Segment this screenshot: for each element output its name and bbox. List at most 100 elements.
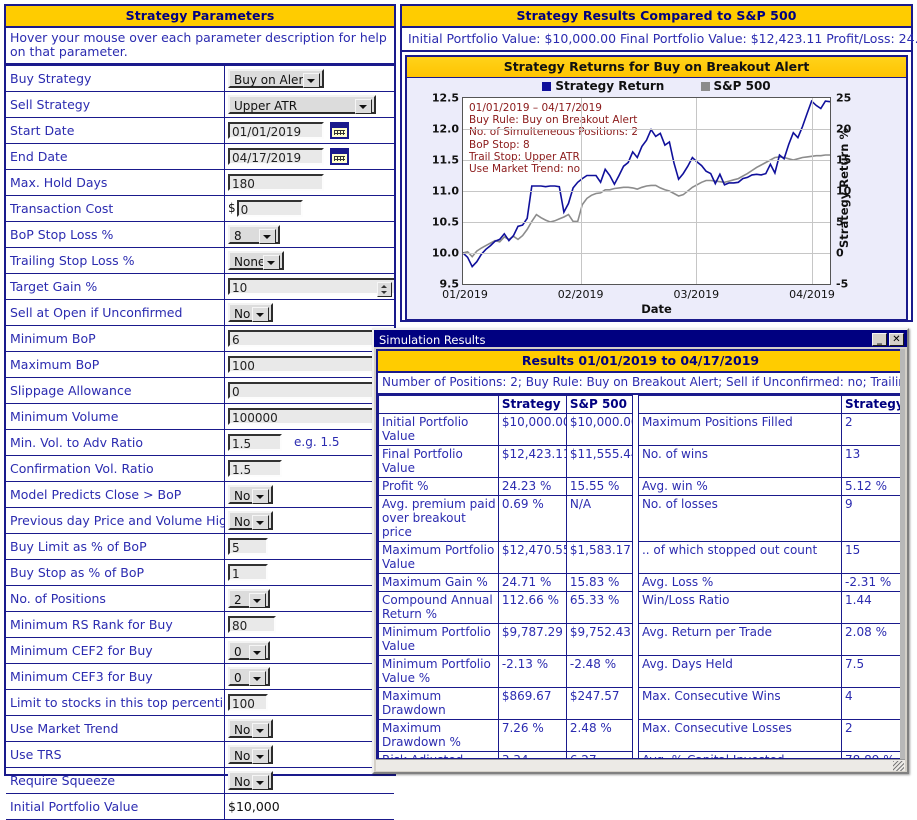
calendar-icon[interactable] xyxy=(330,148,349,165)
table-row: Maximum Portfolio Value $12,470.55 $1,583.… xyxy=(378,540,903,574)
resize-grip[interactable] xyxy=(893,761,904,771)
select-value: No xyxy=(234,775,251,789)
input-minimum-volume[interactable]: 100000 xyxy=(228,408,394,425)
legend-swatch-strategy-return xyxy=(542,82,552,91)
input-maximum-bop[interactable]: 100 xyxy=(228,356,394,373)
select-minimum-cef2-for-buy[interactable]: 0 xyxy=(228,641,270,660)
metric-label-right: No. of losses xyxy=(637,494,843,542)
parameter-label: Use TRS xyxy=(6,741,225,768)
parameter-row: Limit to stocks in this top percentile 10… xyxy=(6,689,394,716)
chevron-down-icon[interactable] xyxy=(259,229,276,244)
metric-value-strategy-right: 1.44 xyxy=(841,590,903,624)
chart-x-tick: 02/2019 xyxy=(557,288,604,301)
select-use-trs[interactable]: No xyxy=(228,745,273,764)
parameter-label: Require Squeeze xyxy=(6,767,225,794)
input-buy-stop-as-of-bop[interactable]: 1 xyxy=(228,564,268,581)
input-buy-limit-as-of-bop[interactable]: 5 xyxy=(228,538,268,555)
header-strategy-left: Strategy xyxy=(497,394,567,414)
input-min-vol-to-adv-ratio[interactable]: 1.5 xyxy=(228,434,282,451)
header-blank-left xyxy=(378,394,499,414)
input-end-date[interactable]: 04/17/2019 xyxy=(228,148,324,165)
select-trailing-stop-loss[interactable]: None xyxy=(228,251,284,270)
chevron-down-icon[interactable] xyxy=(263,255,280,270)
chevron-down-icon[interactable] xyxy=(252,749,269,764)
parameter-label: Minimum CEF3 for Buy xyxy=(6,663,225,690)
metric-value-strategy-right: 2 xyxy=(841,412,903,446)
metric-value-sp500: $247.57 xyxy=(565,686,633,720)
select-previous-day-price-and-volume-higher[interactable]: No xyxy=(228,511,273,530)
input-transaction-cost[interactable]: 0 xyxy=(236,200,303,217)
metric-label-left: Compound Annual Return % xyxy=(378,590,499,624)
spinner-arrows-icon[interactable] xyxy=(377,282,392,297)
chevron-down-icon[interactable] xyxy=(249,593,266,608)
dialog-vertical-scrollbar[interactable] xyxy=(900,349,905,760)
chevron-down-icon[interactable] xyxy=(249,671,266,686)
input-max-hold-days[interactable]: 180 xyxy=(228,174,324,191)
parameter-control-cell: No xyxy=(224,481,394,508)
parameter-control-cell: $0 xyxy=(224,195,394,222)
table-row: Profit % 24.23 % 15.55 % Avg. win % 5.12 % xyxy=(378,476,903,496)
table-row: Minimum Portfolio Value % -2.13 % -2.48 % A… xyxy=(378,654,903,688)
dialog-title-bar[interactable]: Simulation Results _ ✕ xyxy=(374,330,907,347)
select-require-squeeze[interactable]: No xyxy=(228,771,273,790)
parameter-label: Sell at Open if Unconfirmed xyxy=(6,299,225,326)
strategy-returns-chart: Strategy Returns for Buy on Breakout Ale… xyxy=(405,55,908,321)
metric-label-left: Avg. premium paid over breakout price xyxy=(378,494,499,542)
chevron-down-icon[interactable] xyxy=(252,515,269,530)
select-no-of-positions[interactable]: 2 xyxy=(228,589,270,608)
parameter-row: Buy Strategy Buy on Alert xyxy=(6,65,394,92)
chevron-down-icon[interactable] xyxy=(249,645,266,660)
chevron-down-icon[interactable] xyxy=(252,723,269,738)
input-start-date[interactable]: 01/01/2019 xyxy=(228,122,324,139)
metric-value-strategy: 7.26 % xyxy=(497,718,567,752)
select-value: None xyxy=(234,255,266,269)
chart-y2-tick: 25 xyxy=(836,91,852,105)
minimize-button[interactable]: _ xyxy=(872,333,887,346)
results-header-row: Strategy S&P 500 Strategy xyxy=(378,394,903,414)
select-bop-stop-loss[interactable]: 8 xyxy=(228,225,280,244)
metric-value-strategy-right: 2 xyxy=(841,718,903,752)
strategy-parameters-panel: Strategy Parameters Hover your mouse ove… xyxy=(4,4,396,820)
input-confirmation-vol-ratio[interactable]: 1.5 xyxy=(228,460,282,477)
select-buy-strategy[interactable]: Buy on Alert xyxy=(228,69,324,88)
params-panel-title: Strategy Parameters xyxy=(6,6,394,28)
parameter-control-cell: 0 xyxy=(224,663,394,690)
metric-value-strategy-right: 9 xyxy=(841,494,903,542)
chart-y-tick: 12.5 xyxy=(431,91,459,105)
parameter-control-cell: 1 xyxy=(224,559,394,586)
select-use-market-trend[interactable]: No xyxy=(228,719,273,738)
metric-value-strategy-right: -2.31 % xyxy=(841,572,903,592)
select-minimum-cef3-for-buy[interactable]: 0 xyxy=(228,667,270,686)
input-slippage-allowance[interactable]: 0 xyxy=(228,382,394,399)
chart-y-tick: 11.0 xyxy=(431,184,459,198)
portfolio-summary-line: Initial Portfolio Value: $10,000.00 Fina… xyxy=(402,28,917,52)
chevron-down-icon[interactable] xyxy=(252,307,269,322)
parameter-control-cell: 100 xyxy=(224,689,394,716)
parameter-control-cell: 2 xyxy=(224,585,394,612)
chevron-down-icon[interactable] xyxy=(303,73,320,88)
chevron-down-icon[interactable] xyxy=(355,99,372,114)
input-target-gain[interactable]: 10 xyxy=(228,278,394,297)
input-minimum-rs-rank-for-buy[interactable]: 80 xyxy=(228,616,276,633)
metric-value-strategy-right: 2.08 % xyxy=(841,622,903,656)
select-model-predicts-close-bop[interactable]: No xyxy=(228,485,273,504)
calendar-icon[interactable] xyxy=(330,122,349,139)
parameter-row: Minimum CEF2 for Buy 0 xyxy=(6,637,394,664)
metric-value-strategy: $12,423.11 xyxy=(497,444,567,478)
select-sell-strategy[interactable]: Upper ATR xyxy=(228,95,376,114)
close-button[interactable]: ✕ xyxy=(889,333,904,346)
select-sell-at-open-if-unconfirmed[interactable]: No xyxy=(228,303,273,322)
input-limit-to-stocks-in-this-top-percentile[interactable]: 100 xyxy=(228,694,268,711)
parameter-control-cell: 10 xyxy=(224,273,394,300)
metric-value-sp500: $11,555.44 xyxy=(565,444,633,478)
table-row: Initial Portfolio Value $10,000.00 $10,000… xyxy=(378,412,903,446)
input-minimum-bop[interactable]: 6 xyxy=(228,330,394,347)
metric-value-sp500: $10,000.00 xyxy=(565,412,633,446)
chevron-down-icon[interactable] xyxy=(252,775,269,790)
metric-value-strategy-right: 7.5 xyxy=(841,654,903,688)
chevron-down-icon[interactable] xyxy=(252,489,269,504)
parameter-label: Sell Strategy xyxy=(6,91,225,118)
parameter-control-cell: 6 xyxy=(224,325,394,352)
parameter-control-cell: 1.5 xyxy=(224,455,394,482)
select-value: No xyxy=(234,723,251,737)
